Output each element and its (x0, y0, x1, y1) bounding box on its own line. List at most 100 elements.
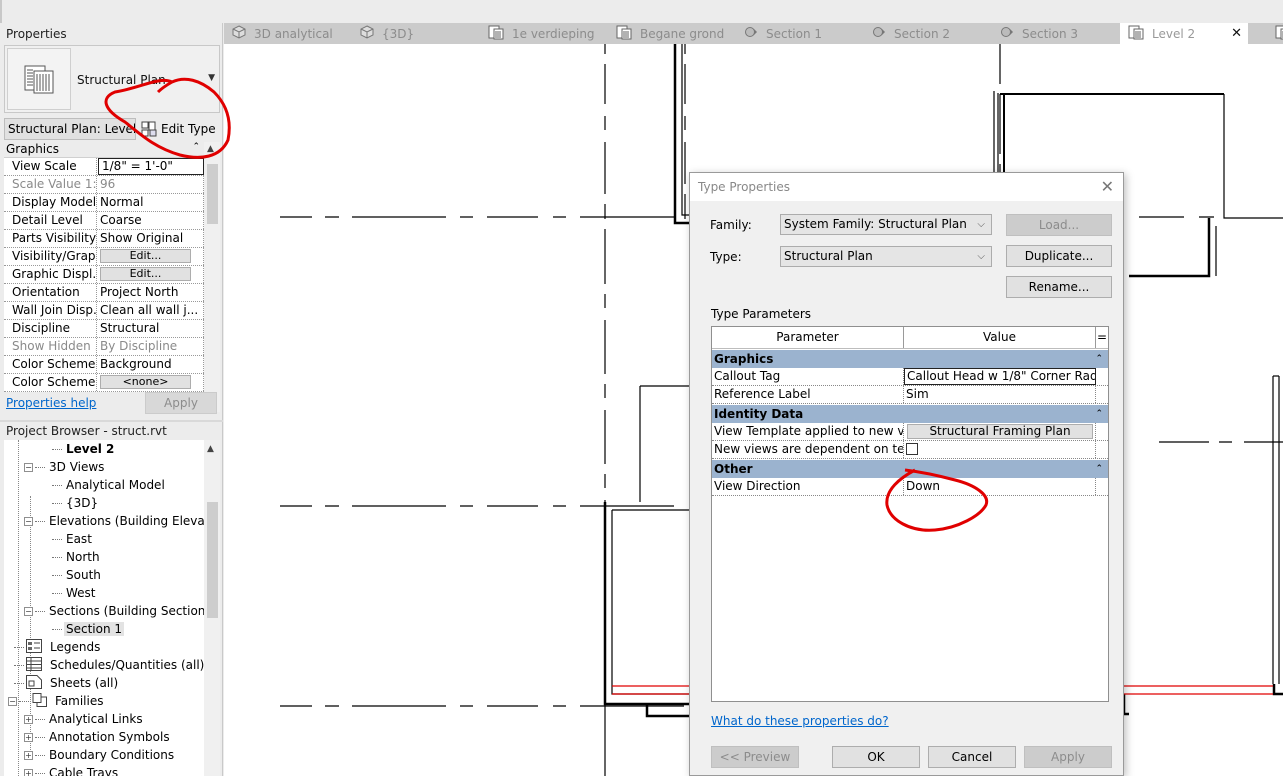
property-row[interactable]: View Scale 1/8" = 1'-0" (4, 158, 204, 176)
preview-button[interactable]: << Preview (711, 746, 799, 768)
parameter-row[interactable]: New views are dependent on templ (712, 441, 1108, 459)
property-row[interactable]: Orientation Project North (4, 284, 204, 302)
property-row[interactable]: Color Scheme <none> (4, 374, 204, 392)
parameter-value[interactable]: Sim (904, 386, 1096, 403)
expand-icon[interactable]: + (24, 768, 33, 776)
instance-selector[interactable]: Structural Plan: Level 2 (4, 118, 136, 140)
tree-node[interactable]: Legends (14, 638, 102, 656)
tree-node[interactable]: Sheets (all) (14, 674, 120, 692)
view-tab[interactable]: Level 2 ✕ (1120, 23, 1248, 44)
load-button[interactable]: Load... (1006, 214, 1112, 236)
parameter-row[interactable]: View Template applied to new view Structu… (712, 423, 1108, 441)
parameter-row[interactable]: View Direction Down (712, 478, 1108, 496)
view-tab[interactable]: 1e verdieping (480, 23, 608, 44)
scroll-up-icon[interactable]: ▲ (207, 144, 214, 154)
property-value[interactable]: 96 (97, 176, 204, 193)
property-value[interactable]: <none> (97, 374, 204, 391)
parameter-group-header[interactable]: Graphics ⌃ (712, 350, 1108, 368)
tree-node[interactable]: + Annotation Symbols (24, 728, 172, 746)
tree-node[interactable]: {3D} (52, 494, 100, 512)
type-selector[interactable]: Structural Plan ▼ (4, 45, 220, 113)
tree-node[interactable]: South (52, 566, 103, 584)
view-tab[interactable]: Section 1 (736, 23, 864, 44)
property-value[interactable]: Show Original (97, 230, 204, 247)
tree-node[interactable]: Section 1 (52, 620, 125, 638)
tree-node[interactable]: + Analytical Links (24, 710, 145, 728)
column-header-extra[interactable]: = (1096, 327, 1108, 348)
family-dropdown[interactable]: System Family: Structural Plan ⌵ (780, 214, 992, 235)
ok-button[interactable]: OK (832, 746, 920, 768)
property-row[interactable]: Discipline Structural (4, 320, 204, 338)
parameter-value[interactable] (904, 441, 1096, 458)
parameter-group-header[interactable]: Other ⌃ (712, 460, 1108, 478)
properties-help-link[interactable]: What do these properties do? (711, 714, 889, 728)
scroll-thumb[interactable] (207, 502, 218, 618)
property-value[interactable]: Background (97, 356, 204, 373)
parameter-value[interactable]: Down (904, 478, 1096, 495)
scroll-thumb[interactable] (207, 164, 218, 224)
column-header-parameter[interactable]: Parameter (712, 327, 904, 348)
parameter-row[interactable]: Reference Label Sim (712, 386, 1108, 404)
collapse-icon[interactable]: ⌃ (1095, 405, 1103, 423)
duplicate-button[interactable]: Duplicate... (1006, 245, 1112, 267)
collapse-icon[interactable]: ⌃ (192, 142, 200, 152)
property-row[interactable]: Parts Visibility Show Original (4, 230, 204, 248)
properties-apply-button[interactable]: Apply (145, 392, 217, 414)
tree-node[interactable]: − Families (8, 692, 105, 710)
parameter-value[interactable]: Callout Head w 1/8" Corner Radi (904, 368, 1096, 385)
property-row[interactable]: Show Hidden ... By Discipline (4, 338, 204, 356)
property-row[interactable]: Graphic Displ... Edit... (4, 266, 204, 284)
tree-node[interactable]: − Sections (Building Section) (24, 602, 204, 620)
property-value[interactable]: Edit... (97, 248, 204, 265)
tree-node[interactable]: East (52, 530, 94, 548)
view-tab[interactable]: {3D} (352, 23, 480, 44)
view-tab[interactable]: Begane grond (608, 23, 736, 44)
tree-node[interactable]: Level 2 (52, 440, 116, 458)
tree-node[interactable]: West (52, 584, 98, 602)
collapse-icon[interactable]: − (24, 462, 33, 472)
property-value[interactable]: Normal (97, 194, 204, 211)
scroll-up-icon[interactable]: ▲ (207, 444, 214, 454)
view-tab[interactable]: Section 3 (992, 23, 1120, 44)
edit-type-button[interactable]: Edit Type (141, 118, 216, 140)
tree-node[interactable]: − 3D Views (24, 458, 106, 476)
parameter-group-header[interactable]: Identity Data ⌃ (712, 405, 1108, 423)
property-row[interactable]: Scale Value 1: 96 (4, 176, 204, 194)
property-row[interactable]: Visibility/Grap...Edit... (4, 248, 204, 266)
collapse-icon[interactable]: ⌃ (1095, 350, 1103, 368)
tree-node[interactable]: + Cable Trays (24, 764, 120, 776)
properties-scrollbar[interactable]: ▲ ▼ (204, 142, 220, 412)
column-header-value[interactable]: Value (904, 327, 1096, 348)
tree-node[interactable]: North (52, 548, 102, 566)
apply-button[interactable]: Apply (1024, 746, 1112, 768)
property-edit-button[interactable]: <none> (100, 375, 191, 389)
caret-down-icon[interactable]: ▼ (208, 73, 215, 83)
property-row[interactable]: Wall Join Disp... Clean all wall j... (4, 302, 204, 320)
view-tab[interactable]: L (1267, 23, 1283, 44)
property-edit-button[interactable]: Edit... (100, 249, 191, 263)
property-value[interactable]: 1/8" = 1'-0" (98, 158, 204, 175)
property-row[interactable]: Display Model Normal (4, 194, 204, 212)
parameter-value-button[interactable]: Structural Framing Plan (907, 424, 1093, 439)
property-row[interactable]: Detail Level Coarse (4, 212, 204, 230)
property-value[interactable]: Project North (97, 284, 204, 301)
parameter-row[interactable]: Callout Tag Callout Head w 1/8" Corner Ra… (712, 368, 1108, 386)
panel-divider[interactable] (0, 420, 223, 422)
tree-node[interactable]: − Elevations (Building Elevation) (24, 512, 204, 530)
collapse-icon[interactable]: ⌃ (1095, 460, 1103, 478)
property-edit-button[interactable]: Edit... (100, 267, 191, 281)
property-row[interactable]: Color Scheme...Background (4, 356, 204, 374)
dialog-titlebar[interactable]: Type Properties ✕ (690, 173, 1123, 201)
view-tab[interactable]: Section 2 (864, 23, 992, 44)
expand-icon[interactable]: + (24, 732, 33, 742)
property-value[interactable]: Clean all wall j... (97, 302, 204, 319)
view-tab[interactable]: 3D analytical (224, 23, 352, 44)
property-value[interactable]: Structural (97, 320, 204, 337)
properties-help-link[interactable]: Properties help (6, 396, 96, 410)
property-value[interactable]: By Discipline (97, 338, 204, 355)
grid-group-graphics[interactable]: Graphics ⌃ (4, 142, 204, 158)
close-tab-icon[interactable]: ✕ (1231, 26, 1242, 41)
tree-node[interactable]: + Boundary Conditions (24, 746, 176, 764)
browser-scrollbar[interactable]: ▲ (204, 440, 220, 776)
type-dropdown[interactable]: Structural Plan ⌵ (780, 246, 992, 267)
